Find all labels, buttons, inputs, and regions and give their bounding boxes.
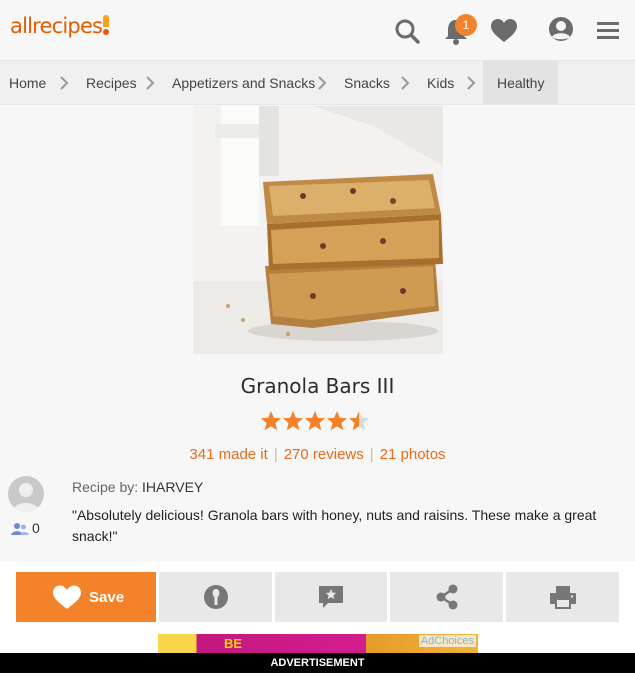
recipe-byline: Recipe by: IHARVEY — [72, 479, 203, 495]
photos-link[interactable]: 21 photos — [380, 446, 446, 463]
allrecipes-logo[interactable]: allrecipes — [10, 14, 110, 38]
half-star-icon — [349, 411, 369, 431]
breadcrumb-snacks[interactable]: Snacks — [344, 61, 390, 104]
breadcrumb: Home Recipes Appetizers and Snacks Snack… — [0, 60, 635, 105]
breadcrumb-appetizers[interactable]: Appetizers and Snacks — [172, 61, 315, 104]
star-icon — [305, 411, 325, 431]
breadcrumb-recipes[interactable]: Recipes — [86, 61, 137, 104]
print-button[interactable] — [506, 572, 619, 622]
share-button[interactable] — [390, 572, 503, 622]
divider: | — [273, 446, 278, 463]
recipe-photo[interactable] — [193, 106, 443, 354]
byline-label: Recipe by: — [72, 479, 139, 495]
adchoices-link[interactable]: AdChoices — [418, 635, 476, 647]
logo-text: allrecipes — [10, 14, 103, 38]
search-icon[interactable] — [393, 16, 423, 46]
recipe-description: "Absolutely delicious! Granola bars with… — [72, 507, 597, 544]
author-name[interactable]: IHARVEY — [142, 479, 203, 495]
star-icon — [327, 411, 347, 431]
save-label: Save — [89, 589, 125, 606]
avatar-placeholder-icon — [12, 483, 40, 512]
rating-stars[interactable] — [260, 410, 372, 434]
followers-count: 0 — [32, 520, 40, 536]
save-button[interactable]: Save — [16, 572, 156, 622]
chevron-right-icon — [146, 76, 155, 90]
review-button[interactable] — [275, 572, 387, 622]
heart-icon — [53, 585, 81, 609]
breadcrumb-kids[interactable]: Kids — [427, 61, 454, 104]
author-avatar[interactable] — [8, 476, 44, 512]
divider: | — [369, 446, 374, 463]
notification-badge[interactable]: 1 — [455, 14, 477, 36]
chevron-right-icon — [60, 76, 69, 90]
menu-icon[interactable] — [594, 16, 624, 46]
chevron-right-icon — [318, 76, 327, 90]
made-it-button[interactable] — [159, 572, 272, 622]
breadcrumb-healthy[interactable]: Healthy — [483, 61, 558, 104]
advertisement-label: ADVERTISEMENT — [0, 653, 635, 673]
recipe-title: Granola Bars III — [240, 374, 395, 398]
made-it-link[interactable]: 341 made it — [189, 446, 267, 463]
review-icon — [319, 586, 343, 608]
site-header: allrecipes 1 — [0, 0, 635, 60]
recipe-stats: 341 made it | 270 reviews | 21 photos — [0, 446, 635, 463]
made-it-icon — [203, 585, 228, 609]
ad-brand-text: BE — [224, 636, 243, 651]
granola-bars-image — [193, 106, 443, 354]
chevron-right-icon — [401, 76, 410, 90]
star-icon — [283, 411, 303, 431]
star-icon — [261, 411, 281, 431]
chevron-right-icon — [467, 76, 476, 90]
share-icon — [436, 584, 457, 610]
logo-spoon-icon — [103, 15, 110, 35]
followers-icon — [11, 523, 29, 535]
breadcrumb-home[interactable]: Home — [9, 61, 46, 104]
reviews-link[interactable]: 270 reviews — [284, 446, 364, 463]
profile-icon[interactable] — [546, 16, 576, 46]
heart-icon[interactable] — [489, 16, 519, 46]
print-icon — [549, 586, 576, 609]
